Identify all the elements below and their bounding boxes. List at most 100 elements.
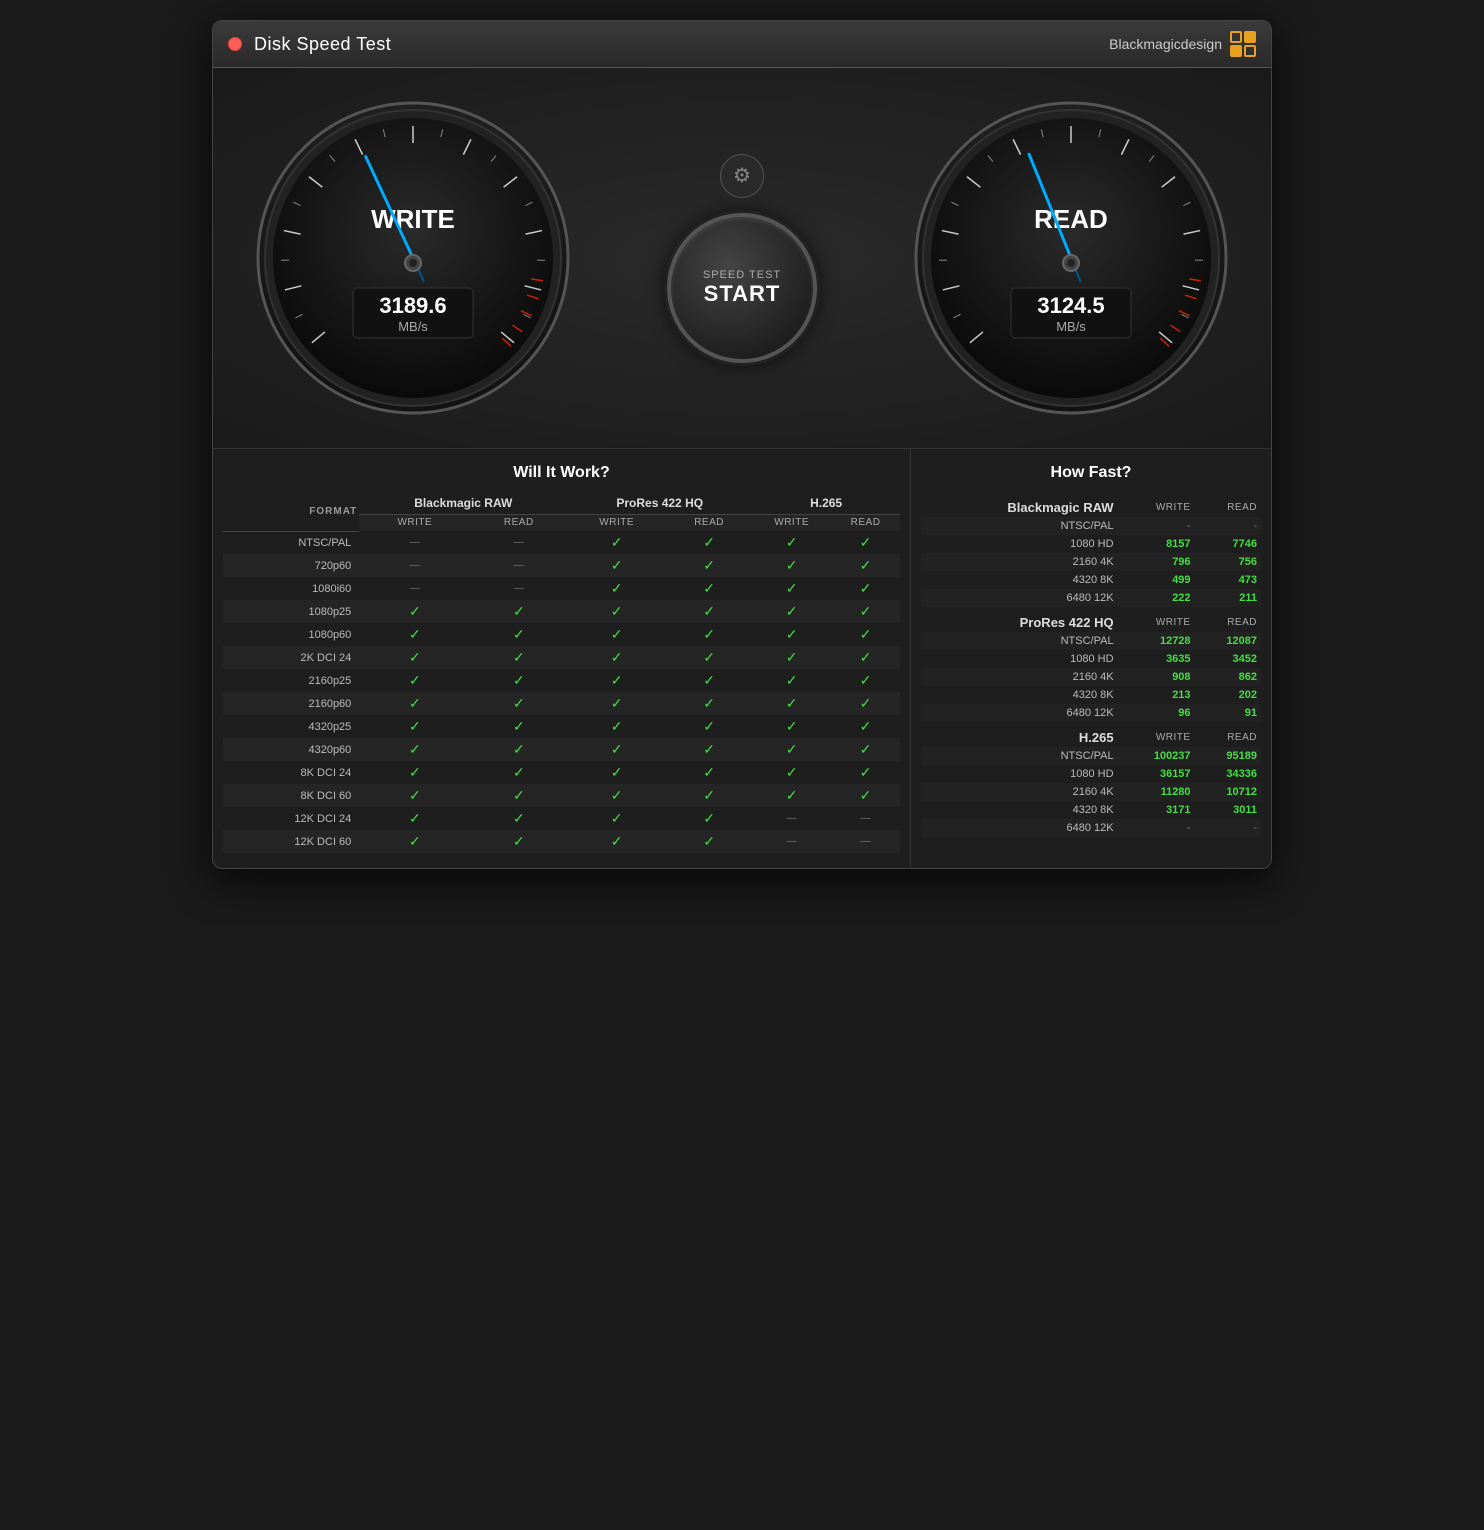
list-item: 1080 HD 8157 7746 xyxy=(921,535,1261,553)
table-cell: 1080i60 xyxy=(223,577,359,600)
table-cell: ✓ xyxy=(752,554,831,577)
table-row: 2K DCI 24✓✓✓✓✓✓ xyxy=(223,646,900,669)
check-icon: ✓ xyxy=(703,580,715,596)
settings-button[interactable]: ⚙ xyxy=(720,154,764,198)
hf-row-label: NTSC/PAL xyxy=(921,632,1118,650)
table-cell: ✓ xyxy=(752,784,831,807)
table-cell: ✓ xyxy=(666,692,752,715)
title-bar: Disk Speed Test Blackmagicdesign xyxy=(213,21,1271,68)
check-icon: ✓ xyxy=(611,695,623,711)
check-icon: ✓ xyxy=(703,534,715,550)
check-icon: ✓ xyxy=(409,764,421,780)
hf-section-name: H.265 xyxy=(921,722,1118,747)
table-cell: — xyxy=(359,554,470,577)
check-icon: ✓ xyxy=(513,787,525,803)
table-row: 4320p60✓✓✓✓✓✓ xyxy=(223,738,900,761)
hf-write-value: 100237 xyxy=(1118,747,1195,765)
will-it-work-title: Will It Work? xyxy=(223,464,900,482)
table-cell: ✓ xyxy=(831,761,900,784)
check-icon: ✓ xyxy=(409,741,421,757)
table-cell: ✓ xyxy=(567,761,666,784)
write-gauge: WRITE 3189.6 MB/s xyxy=(253,98,573,418)
table-cell: ✓ xyxy=(567,577,666,600)
check-icon: ✓ xyxy=(786,557,798,573)
hf-write-value: 8157 xyxy=(1118,535,1195,553)
dash-icon: — xyxy=(787,836,797,847)
table-cell: ✓ xyxy=(567,600,666,623)
prores-read-subheader: READ xyxy=(666,515,752,532)
hf-read-col-header: READ xyxy=(1195,722,1261,747)
check-icon: ✓ xyxy=(611,626,623,642)
check-icon: ✓ xyxy=(860,695,872,711)
hf-read-value: 211 xyxy=(1195,589,1261,607)
svg-text:READ: READ xyxy=(1034,204,1108,234)
start-button-label: START xyxy=(704,281,781,307)
table-cell: ✓ xyxy=(470,623,567,646)
table-cell: — xyxy=(752,807,831,830)
table-cell: ✓ xyxy=(831,577,900,600)
close-button[interactable] xyxy=(228,37,242,51)
table-cell: ✓ xyxy=(666,761,752,784)
list-item: 2160 4K 11280 10712 xyxy=(921,783,1261,801)
table-cell: ✓ xyxy=(567,623,666,646)
check-icon: ✓ xyxy=(786,695,798,711)
dash-icon: — xyxy=(787,813,797,824)
check-icon: ✓ xyxy=(860,649,872,665)
table-cell: ✓ xyxy=(567,784,666,807)
hf-row-label: 1080 HD xyxy=(921,535,1118,553)
prores-header: ProRes 422 HQ xyxy=(567,492,752,515)
table-cell: ✓ xyxy=(752,692,831,715)
hf-row-label: 4320 8K xyxy=(921,571,1118,589)
table-cell: ✓ xyxy=(752,623,831,646)
table-cell: ✓ xyxy=(831,784,900,807)
brand-sq-2 xyxy=(1244,31,1256,43)
table-cell: ✓ xyxy=(831,669,900,692)
hf-row-label: 1080 HD xyxy=(921,650,1118,668)
read-gauge: READ 3124.5 MB/s xyxy=(911,98,1231,418)
check-icon: ✓ xyxy=(786,672,798,688)
hf-write-value: - xyxy=(1118,517,1195,535)
hf-row-label: 6480 12K xyxy=(921,704,1118,722)
table-cell: ✓ xyxy=(359,623,470,646)
check-icon: ✓ xyxy=(409,672,421,688)
braw-read-subheader: READ xyxy=(470,515,567,532)
hf-section-name: ProRes 422 HQ xyxy=(921,607,1118,632)
how-fast-title: How Fast? xyxy=(921,464,1261,482)
check-icon: ✓ xyxy=(611,534,623,550)
table-cell: ✓ xyxy=(752,600,831,623)
table-row: 1080i60——✓✓✓✓ xyxy=(223,577,900,600)
hf-row-label: NTSC/PAL xyxy=(921,517,1118,535)
table-cell: ✓ xyxy=(470,761,567,784)
table-row: 2160p25✓✓✓✓✓✓ xyxy=(223,669,900,692)
check-icon: ✓ xyxy=(611,557,623,573)
table-cell: ✓ xyxy=(831,646,900,669)
start-button[interactable]: SPEED TEST START xyxy=(667,213,817,363)
table-cell: ✓ xyxy=(831,738,900,761)
table-cell: — xyxy=(831,830,900,853)
hf-row-label: 2160 4K xyxy=(921,553,1118,571)
table-cell: 2K DCI 24 xyxy=(223,646,359,669)
write-gauge-svg: WRITE 3189.6 MB/s xyxy=(253,98,573,418)
table-cell: — xyxy=(470,554,567,577)
check-icon: ✓ xyxy=(409,695,421,711)
hf-write-col-header: WRITE xyxy=(1118,607,1195,632)
table-cell: ✓ xyxy=(470,738,567,761)
list-item: NTSC/PAL 12728 12087 xyxy=(921,632,1261,650)
table-cell: ✓ xyxy=(567,531,666,554)
check-icon: ✓ xyxy=(409,833,421,849)
hf-write-value: 499 xyxy=(1118,571,1195,589)
table-cell: ✓ xyxy=(666,577,752,600)
brand-icon xyxy=(1230,31,1256,57)
hf-read-value: 756 xyxy=(1195,553,1261,571)
will-it-work-panel: Will It Work? FORMAT Blackmagic RAW ProR… xyxy=(213,449,911,868)
check-icon: ✓ xyxy=(786,580,798,596)
read-gauge-svg: READ 3124.5 MB/s xyxy=(911,98,1231,418)
list-item: 6480 12K 96 91 xyxy=(921,704,1261,722)
check-icon: ✓ xyxy=(786,718,798,734)
table-cell: ✓ xyxy=(359,646,470,669)
check-icon: ✓ xyxy=(513,626,525,642)
check-icon: ✓ xyxy=(513,741,525,757)
table-cell: 2160p25 xyxy=(223,669,359,692)
table-row: 720p60——✓✓✓✓ xyxy=(223,554,900,577)
check-icon: ✓ xyxy=(860,603,872,619)
